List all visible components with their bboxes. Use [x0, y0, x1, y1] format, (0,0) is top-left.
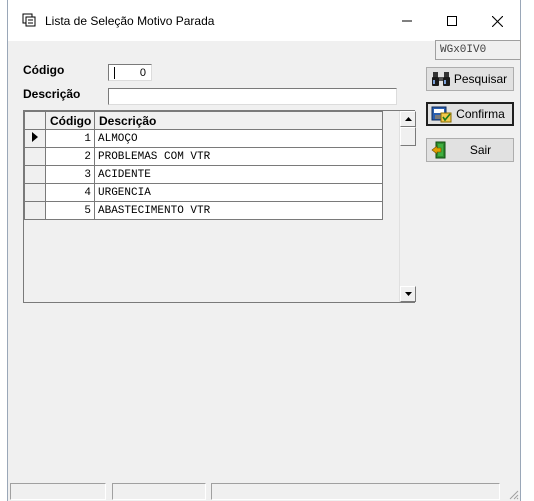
row-indicator-header — [24, 111, 46, 130]
cell-codigo[interactable]: 2 — [45, 147, 95, 166]
column-header-descricao[interactable]: Descrição — [94, 111, 383, 130]
minimize-button[interactable] — [384, 6, 430, 36]
table-row[interactable]: 5 ABASTECIMENTO VTR — [24, 201, 383, 220]
cell-codigo[interactable]: 3 — [45, 165, 95, 184]
pesquisar-label: Pesquisar — [453, 72, 508, 86]
exit-door-icon — [430, 140, 452, 160]
codigo-input[interactable]: 0 — [108, 64, 152, 81]
scroll-thumb[interactable] — [400, 127, 416, 146]
scroll-down-button[interactable] — [400, 286, 416, 302]
codigo-label: Código — [23, 63, 65, 77]
arrow-down-icon — [404, 292, 412, 296]
binoculars-icon — [430, 69, 452, 89]
cell-descricao[interactable]: ALMOÇO — [94, 129, 383, 148]
confirma-button[interactable]: Confirma — [426, 102, 514, 126]
current-row-arrow-icon — [32, 132, 38, 142]
status-panel — [211, 483, 500, 500]
cell-codigo[interactable]: 5 — [45, 201, 95, 220]
close-icon — [491, 15, 503, 27]
scroll-up-button[interactable] — [400, 111, 416, 127]
sair-label: Sair — [469, 143, 492, 157]
codigo-value: 0 — [139, 67, 146, 79]
window-title: Lista de Seleção Motivo Parada — [45, 14, 215, 28]
sair-button[interactable]: Sair — [426, 138, 514, 162]
resize-grip-icon[interactable] — [507, 488, 519, 500]
close-button[interactable] — [474, 6, 520, 36]
table-row[interactable]: 2 PROBLEMAS COM VTR — [24, 147, 383, 166]
selection-window: Lista de Seleção Motivo Parada WGx0IV0 C… — [7, 0, 521, 501]
status-bar — [8, 481, 520, 501]
column-header-codigo[interactable]: Código — [45, 111, 95, 130]
pesquisar-button[interactable]: Pesquisar — [426, 67, 514, 91]
cell-codigo[interactable]: 1 — [45, 129, 95, 148]
results-grid[interactable]: Código Descrição 1 ALMOÇO 2 PROBLEMAS CO… — [23, 110, 416, 303]
row-indicator[interactable] — [24, 165, 46, 184]
form-id-field: WGx0IV0 — [435, 40, 521, 60]
row-indicator[interactable] — [24, 183, 46, 202]
cell-descricao[interactable]: PROBLEMAS COM VTR — [94, 147, 383, 166]
table-row[interactable]: 1 ALMOÇO — [24, 129, 383, 148]
table-row[interactable]: 3 ACIDENTE — [24, 165, 383, 184]
status-panel — [10, 483, 106, 500]
title-bar[interactable]: Lista de Seleção Motivo Parada — [8, 0, 520, 41]
maximize-button[interactable] — [429, 6, 475, 36]
cell-descricao[interactable]: ABASTECIMENTO VTR — [94, 201, 383, 220]
row-indicator[interactable] — [24, 147, 46, 166]
cell-descricao[interactable]: ACIDENTE — [94, 165, 383, 184]
maximize-icon — [447, 16, 457, 26]
arrow-up-icon — [404, 117, 412, 121]
table-row[interactable]: 4 URGENCIA — [24, 183, 383, 202]
confirm-icon — [431, 104, 453, 124]
form-icon — [22, 13, 36, 27]
status-panel — [112, 483, 206, 500]
cell-descricao[interactable]: URGENCIA — [94, 183, 383, 202]
row-indicator[interactable] — [24, 129, 46, 148]
descricao-input[interactable] — [108, 88, 397, 105]
descricao-label: Descrição — [23, 87, 81, 101]
results-table: Código Descrição 1 ALMOÇO 2 PROBLEMAS CO… — [24, 111, 383, 220]
confirma-label: Confirma — [456, 107, 505, 121]
row-indicator[interactable] — [24, 201, 46, 220]
grid-header-row: Código Descrição — [24, 111, 383, 130]
grid-vertical-scrollbar[interactable] — [399, 111, 416, 302]
cell-codigo[interactable]: 4 — [45, 183, 95, 202]
text-caret — [114, 67, 115, 79]
minimize-icon — [402, 20, 412, 22]
